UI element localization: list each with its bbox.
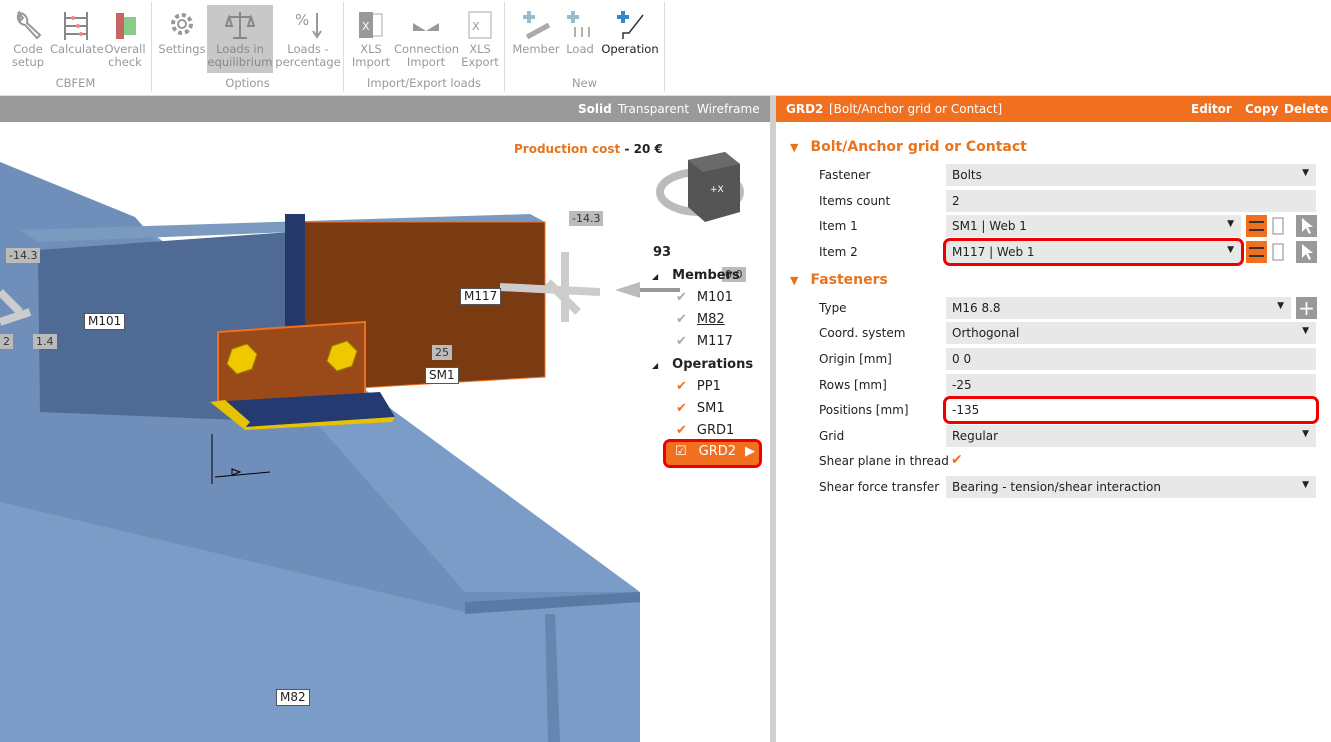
code-setup-button[interactable]: Code setup — [6, 5, 50, 73]
item1-pick-icon[interactable] — [1246, 215, 1267, 237]
view-mode-bar: Solid Transparent Wireframe — [0, 96, 770, 122]
loads-percentage-button[interactable]: % Loads - percentage — [275, 5, 341, 73]
gear-icon — [171, 13, 193, 35]
item2-row: Item 2 M117 | Web 1 ▼ — [819, 238, 1319, 266]
percent-down-icon: % — [295, 11, 322, 39]
group-import-export: X XLS Import Connection Import X XLS Export… — [344, 2, 505, 92]
item1-frame-icon[interactable] — [1271, 215, 1285, 237]
properties-panel: GRD2 [Bolt/Anchor grid or Contact] Edito… — [776, 96, 1331, 742]
abacus-icon — [64, 12, 88, 40]
members-group[interactable]: ◢ Members — [652, 268, 740, 283]
item2-frame-icon[interactable] — [1271, 241, 1285, 263]
add-operation-icon — [617, 11, 644, 39]
connection-icon — [413, 23, 439, 31]
label-m82[interactable]: M82 — [276, 689, 310, 706]
shear-plane-row: Shear plane in thread ✔ — [819, 452, 963, 468]
view-wireframe-button[interactable]: Wireframe — [697, 102, 760, 116]
coord-system-row: Coord. system Orthogonal ▼ — [819, 322, 1319, 344]
tree-item-pp1[interactable]: ✔ PP1 — [676, 379, 721, 394]
item1-select[interactable]: SM1 | Web 1 ▼ — [946, 215, 1241, 237]
label-sm1[interactable]: SM1 — [425, 367, 459, 384]
item1-row: Item 1 SM1 | Web 1 ▼ — [819, 215, 1319, 237]
rows-row: Rows [mm] -25 — [819, 374, 1319, 396]
editor-button[interactable]: Editor — [1191, 102, 1232, 116]
svg-text:+X: +X — [710, 185, 724, 195]
svg-text:X: X — [362, 20, 370, 33]
dimension-label: -14.3 — [569, 211, 604, 226]
shear-force-row: Shear force transfer Bearing - tension/sh… — [819, 476, 1319, 498]
item2-select[interactable]: M117 | Web 1 ▼ — [943, 238, 1244, 266]
view-transparent-button[interactable]: Transparent — [618, 102, 689, 116]
panel-header: GRD2 [Bolt/Anchor grid or Contact] Edito… — [776, 96, 1331, 122]
positions-row: Positions [mm] -135 — [819, 396, 1319, 424]
fastener-select[interactable]: Bolts ▼ — [946, 164, 1316, 186]
dimension-label: 2 — [0, 334, 13, 349]
dimension-label: 25 — [432, 345, 452, 360]
tree-item-m117[interactable]: ✔ M117 — [676, 334, 733, 349]
check-model-icon — [116, 13, 136, 39]
view-cube[interactable]: +X — [656, 152, 744, 222]
dimension-label: -14.3 — [6, 248, 41, 263]
excel-icon: X — [468, 11, 492, 39]
grid-row: Grid Regular ▼ — [819, 425, 1319, 447]
grid-select[interactable]: Regular ▼ — [946, 425, 1316, 447]
svg-text:%: % — [295, 11, 309, 29]
copy-button[interactable]: Copy — [1245, 102, 1278, 116]
section-bolt-grid[interactable]: ▼ Bolt/Anchor grid or Contact — [790, 139, 1027, 155]
coord-system-select[interactable]: Orthogonal ▼ — [946, 322, 1316, 344]
items-count-input[interactable]: 2 — [946, 190, 1316, 212]
label-m101[interactable]: M101 — [84, 313, 126, 330]
add-member-icon — [523, 11, 551, 40]
view-solid-button[interactable]: Solid — [578, 102, 612, 116]
tree-item-grd1[interactable]: ✔ GRD1 — [676, 423, 734, 438]
connection-import-button[interactable]: Connection Import — [394, 5, 459, 73]
fastener-row: Fastener Bolts ▼ — [819, 164, 1319, 186]
3d-viewport[interactable]: +X Production cost - 20 € M101 M117 M82 … — [0, 122, 770, 742]
tree-item-m82[interactable]: ✔ M82 — [676, 312, 725, 327]
new-load-button[interactable]: Load — [563, 5, 597, 73]
delete-button[interactable]: Delete — [1284, 102, 1328, 116]
calculate-button[interactable]: Calculate — [50, 5, 104, 73]
add-load-icon — [567, 11, 590, 37]
items-count-row: Items count 2 — [819, 190, 1319, 212]
overall-check-button[interactable]: Overall check — [102, 5, 148, 73]
excel-icon: X — [359, 12, 383, 38]
label-m117[interactable]: M117 — [460, 288, 502, 305]
origin-input[interactable]: 0 0 — [946, 348, 1316, 370]
operations-group[interactable]: ◢ Operations — [652, 357, 753, 372]
group-options: Settings Loads in equilibrium % Loads - pe… — [152, 2, 344, 92]
rows-input[interactable]: -25 — [946, 374, 1316, 396]
positions-input[interactable]: -135 — [943, 396, 1319, 424]
loads-in-equilibrium-button[interactable]: Loads in equilibrium — [207, 5, 273, 73]
origin-row: Origin [mm] 0 0 — [819, 348, 1319, 370]
shear-plane-checkbox[interactable]: ✔ — [951, 452, 963, 468]
3d-model[interactable]: +X — [0, 122, 770, 742]
tree-item-grd2[interactable]: ☑ GRD2 ▶ — [663, 439, 762, 468]
item2-cursor-icon[interactable] — [1296, 241, 1317, 263]
xls-import-button[interactable]: X XLS Import — [350, 5, 392, 73]
add-type-icon[interactable]: + — [1296, 297, 1317, 319]
xls-export-button[interactable]: X XLS Export — [460, 5, 500, 73]
dimension-label: 1.4 — [33, 334, 57, 349]
section-fasteners[interactable]: ▼ Fasteners — [790, 272, 888, 288]
scale-icon — [225, 12, 255, 39]
item1-cursor-icon[interactable] — [1296, 215, 1317, 237]
production-cost: Production cost - 20 € — [514, 142, 663, 156]
ribbon-toolbar: Code setup Calculate Overall check CBFEM S… — [0, 0, 1331, 96]
new-member-button[interactable]: Member — [511, 5, 561, 73]
shear-force-select[interactable]: Bearing - tension/shear interaction ▼ — [946, 476, 1316, 498]
type-select[interactable]: M16 8.8 ▼ — [946, 297, 1291, 319]
settings-button[interactable]: Settings — [158, 5, 206, 73]
type-row: Type M16 8.8 ▼ + — [819, 297, 1319, 319]
group-cbfem: Code setup Calculate Overall check CBFEM — [0, 2, 152, 92]
svg-text:X: X — [472, 20, 480, 33]
wrench-icon — [16, 9, 42, 40]
new-operation-button[interactable]: Operation — [599, 5, 661, 73]
tree-item-m101[interactable]: ✔ M101 — [676, 290, 733, 305]
item2-pick-icon[interactable] — [1246, 241, 1267, 263]
model-count: 93 — [653, 245, 672, 260]
tree-item-sm1[interactable]: ✔ SM1 — [676, 401, 725, 416]
group-new: Member Load Operation New — [505, 2, 665, 92]
